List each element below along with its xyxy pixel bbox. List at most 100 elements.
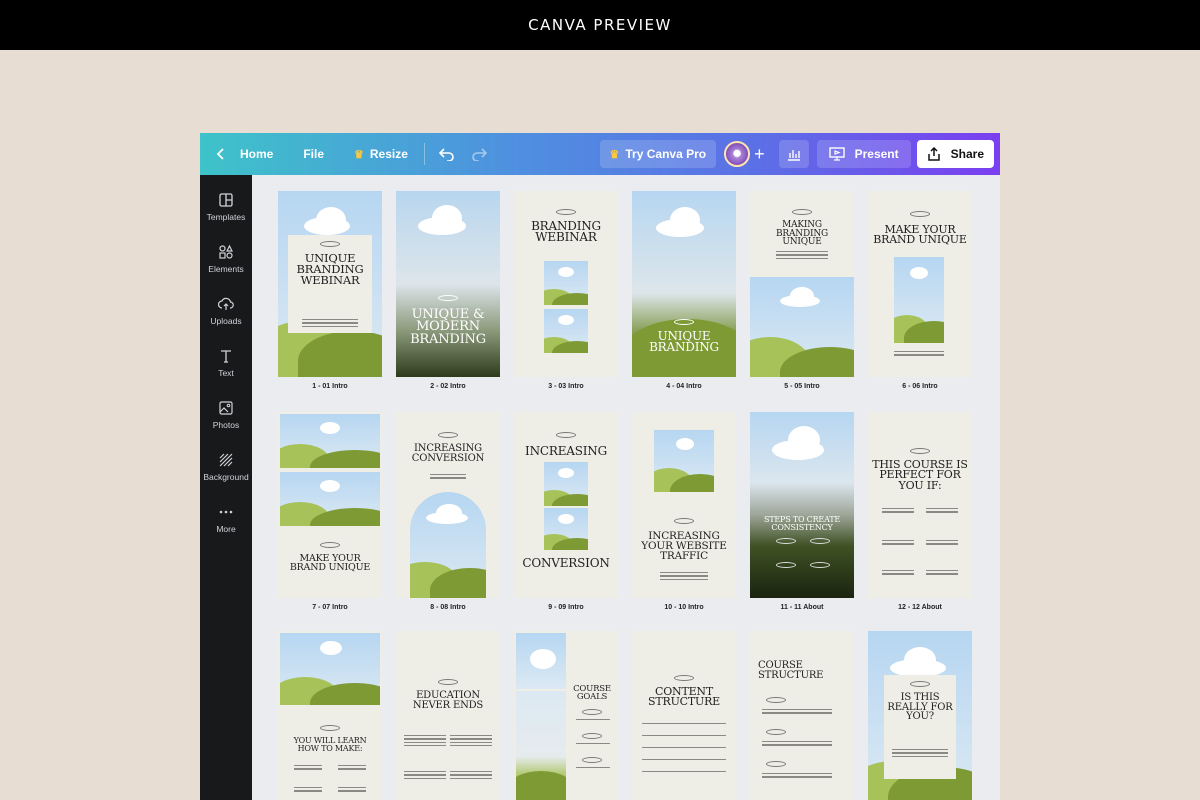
page-label: 6 - 06 Intro <box>902 383 938 390</box>
templates-icon <box>219 193 233 207</box>
resize-label: Resize <box>369 147 408 161</box>
sidebar-item-elements[interactable]: Elements <box>200 237 252 281</box>
page-title-text: UNIQUE BRANDING <box>649 329 719 355</box>
redo-icon <box>472 148 487 161</box>
page-thumbnail-8[interactable]: INCREASING CONVERSION <box>396 412 500 598</box>
chevron-left-icon <box>216 148 224 160</box>
sidebar-item-background[interactable]: Background <box>200 445 252 489</box>
page-title-text: INCREASING CONVERSION <box>411 443 485 464</box>
page-title-text: COURSE GOALS <box>573 684 611 703</box>
page-title-text-2: CONVERSION <box>522 556 610 570</box>
page-title-text: STEPS TO CREATE CONSISTENCY <box>763 515 840 532</box>
page-title-text: INCREASING YOUR WEBSITE TRAFFIC <box>641 530 727 562</box>
page-label: 7 - 07 Intro <box>312 604 348 611</box>
canva-editor: Home File ♛ Resize ♛ Try Canva Pro ✺ + P… <box>200 133 1000 800</box>
page-thumbnail-2[interactable]: UNIQUE & MODERN BRANDING <box>396 191 500 377</box>
page-title-text: MAKE YOUR BRAND UNIQUE <box>289 553 371 574</box>
insights-button[interactable] <box>778 140 809 168</box>
sidebar-label: More <box>216 524 236 534</box>
page-label: 12 - 12 About <box>898 604 942 611</box>
share-icon <box>927 147 940 161</box>
page-title-text: IS THIS REALLY FOR YOU? <box>887 692 953 722</box>
text-icon <box>221 350 231 363</box>
sidebar-label: Elements <box>208 264 244 274</box>
page-thumbnail-9[interactable]: INCREASING CONVERSION <box>514 412 618 598</box>
share-label: Share <box>950 147 984 161</box>
page-label: 3 - 03 Intro <box>548 383 584 390</box>
page-thumbnail-7[interactable]: MAKE YOUR BRAND UNIQUE <box>278 412 382 598</box>
page-title-text: THIS COURSE IS PERFECT FOR YOU IF: <box>872 458 968 492</box>
more-icon <box>219 510 233 514</box>
page-label: 11 - 11 About <box>780 604 824 611</box>
page-label: 2 - 02 Intro <box>430 383 466 390</box>
page-title-text: BRANDING WEBINAR <box>531 219 601 245</box>
undo-icon <box>438 148 454 161</box>
share-button[interactable]: Share <box>916 140 994 168</box>
sidebar-label: Uploads <box>210 316 242 326</box>
page-title-text: EDUCATION NEVER ENDS <box>412 690 484 711</box>
present-label: Present <box>854 147 899 161</box>
home-button[interactable]: Home <box>208 140 281 168</box>
top-toolbar: Home File ♛ Resize ♛ Try Canva Pro ✺ + P… <box>200 133 1000 175</box>
page-thumbnail-10[interactable]: INCREASING YOUR WEBSITE TRAFFIC <box>632 412 736 598</box>
sidebar-item-uploads[interactable]: Uploads <box>200 289 252 333</box>
page-thumbnail-17[interactable]: COURSE STRUCTURE <box>750 631 854 800</box>
preview-header: CANVA PREVIEW <box>0 0 1200 50</box>
toolbar-divider <box>423 143 425 165</box>
undo-button[interactable] <box>431 140 463 168</box>
page-thumbnail-18[interactable]: IS THIS REALLY FOR YOU? <box>868 631 972 800</box>
sidebar-item-templates[interactable]: Templates <box>200 185 252 229</box>
page-thumbnail-6[interactable]: MAKE YOUR BRAND UNIQUE <box>868 191 972 377</box>
page-title-text: COURSE STRUCTURE <box>758 660 824 681</box>
page-thumbnail-1[interactable]: UNIQUE BRANDING WEBINAR <box>278 191 382 377</box>
add-collaborator-icon[interactable]: + <box>754 144 765 165</box>
page-label: 1 - 01 Intro <box>312 383 348 390</box>
left-sidebar: Templates Elements Uploads Text Photos B… <box>200 175 252 800</box>
sidebar-label: Text <box>218 368 234 378</box>
present-button[interactable]: Present <box>816 140 911 168</box>
background-icon <box>219 453 233 467</box>
page-label: 10 - 10 Intro <box>664 604 704 611</box>
page-thumbnail-3[interactable]: BRANDING WEBINAR <box>514 191 618 377</box>
page-label: 9 - 09 Intro <box>548 604 584 611</box>
pages-grid: UNIQUE BRANDING WEBINAR 1 - 01 Intro UNI… <box>252 175 1000 800</box>
page-title-text: CONTENT STRUCTURE <box>648 685 720 709</box>
page-thumbnail-16[interactable]: CONTENT STRUCTURE <box>632 631 736 800</box>
page-thumbnail-12[interactable]: THIS COURSE IS PERFECT FOR YOU IF: <box>868 412 972 598</box>
page-thumbnail-14[interactable]: EDUCATION NEVER ENDS <box>396 631 500 800</box>
file-label: File <box>303 147 325 161</box>
upload-icon <box>218 297 234 310</box>
page-title-text: UNIQUE BRANDING WEBINAR <box>296 251 364 287</box>
page-label: 4 - 04 Intro <box>666 383 702 390</box>
sidebar-label: Photos <box>212 420 240 430</box>
page-thumbnail-15[interactable]: COURSE GOALS <box>514 631 618 800</box>
sidebar-item-text[interactable]: Text <box>200 341 252 385</box>
page-title-text: UNIQUE & MODERN BRANDING <box>410 307 486 347</box>
redo-button[interactable] <box>463 140 495 168</box>
try-canva-pro-button[interactable]: ♛ Try Canva Pro <box>599 140 717 168</box>
page-title-text: MAKING BRANDING UNIQUE <box>775 220 828 248</box>
page-thumbnail-11[interactable]: STEPS TO CREATE CONSISTENCY <box>750 412 854 598</box>
bar-chart-icon <box>787 150 800 161</box>
preview-title: CANVA PREVIEW <box>528 16 672 34</box>
avatar[interactable]: ✺ <box>724 141 751 167</box>
sidebar-label: Templates <box>206 212 246 222</box>
sidebar-item-photos[interactable]: Photos <box>200 393 252 437</box>
present-icon <box>828 147 845 161</box>
collaborators[interactable]: ✺ + <box>716 140 773 168</box>
resize-button[interactable]: ♛ Resize <box>346 140 416 168</box>
sidebar-item-more[interactable]: More <box>200 497 252 541</box>
page-title-text: MAKE YOUR BRAND UNIQUE <box>873 223 967 247</box>
try-pro-label: Try Canva Pro <box>625 147 707 161</box>
page-label: 8 - 08 Intro <box>430 604 466 611</box>
photos-icon <box>219 401 233 415</box>
page-title-text: YOU WILL LEARN HOW TO MAKE: <box>293 736 367 753</box>
page-thumbnail-4[interactable]: UNIQUE BRANDING <box>632 191 736 377</box>
page-label: 5 - 05 Intro <box>784 383 820 390</box>
page-title-text: INCREASING <box>525 444 607 458</box>
page-thumbnail-13[interactable]: YOU WILL LEARN HOW TO MAKE: <box>278 631 382 800</box>
sidebar-label: Background <box>203 472 249 482</box>
file-menu-button[interactable]: File <box>295 140 332 168</box>
page-thumbnail-5[interactable]: MAKING BRANDING UNIQUE <box>750 191 854 377</box>
crown-icon: ♛ <box>609 148 620 161</box>
